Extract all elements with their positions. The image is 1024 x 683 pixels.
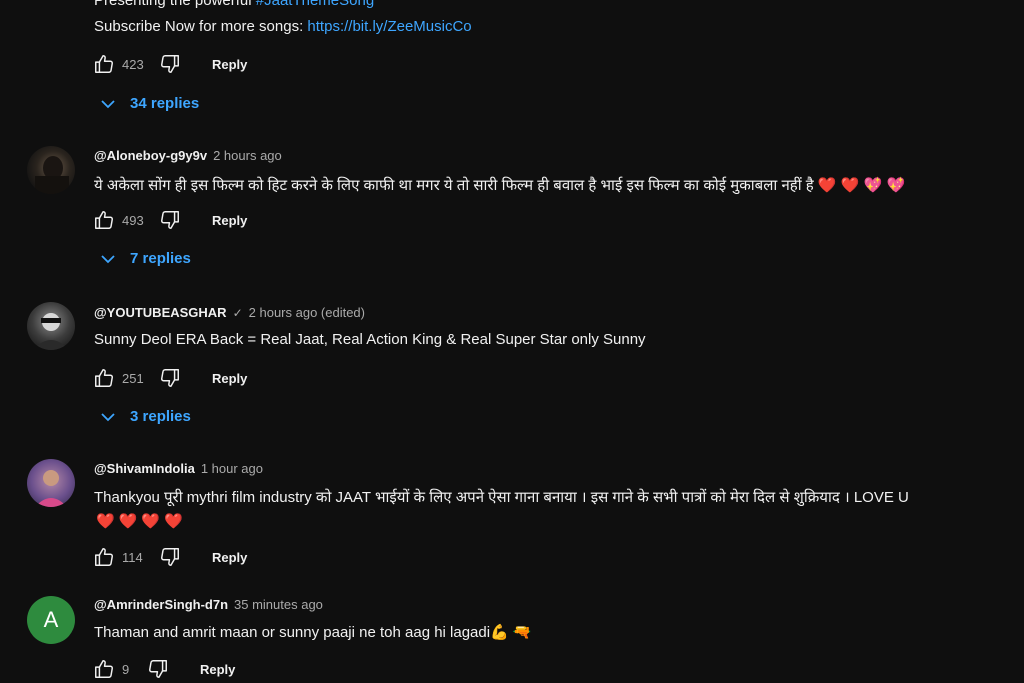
dislike-button[interactable]: [158, 366, 182, 390]
view-replies-button[interactable]: 7 replies: [100, 250, 191, 267]
comment-text: Thaman and amrit maan or sunny paaji ne …: [94, 624, 532, 641]
reply-button[interactable]: Reply: [200, 662, 235, 677]
comment-header: @Aloneboy-g9y9v 2 hours ago: [94, 148, 282, 163]
like-icon: [95, 55, 113, 73]
view-replies-button[interactable]: 34 replies: [100, 95, 199, 112]
hashtag-link[interactable]: #JaatThemeSong: [256, 0, 374, 9]
like-icon: [95, 548, 113, 566]
author-handle[interactable]: @ShivamIndolia: [94, 461, 195, 476]
timestamp[interactable]: 2 hours ago: [213, 148, 282, 163]
top-comment-text: Presenting the powerful: [94, 0, 256, 9]
avatar[interactable]: [27, 146, 75, 194]
chevron-down-icon: [101, 412, 115, 421]
chevron-down-icon: [101, 254, 115, 263]
timestamp[interactable]: 1 hour ago: [201, 461, 263, 476]
dislike-button[interactable]: [158, 208, 182, 232]
author-handle[interactable]: @AmrinderSingh-d7n: [94, 597, 228, 612]
like-button[interactable]: [92, 657, 116, 681]
like-icon: [95, 211, 113, 229]
dislike-button[interactable]: [158, 545, 182, 569]
like-count: 9: [122, 661, 130, 677]
like-count: 251: [122, 370, 144, 386]
comment-header: @YOUTUBEASGHAR ✓ 2 hours ago (edited): [94, 305, 365, 320]
like-icon: [95, 369, 113, 387]
view-replies-button[interactable]: 3 replies: [100, 408, 191, 425]
comment-actions: 423 Reply: [92, 52, 247, 76]
dislike-icon: [161, 211, 179, 229]
author-handle[interactable]: @Aloneboy-g9y9v: [94, 148, 207, 163]
replies-count-label: 7 replies: [130, 250, 191, 267]
dislike-icon: [161, 55, 179, 73]
like-button[interactable]: [92, 545, 116, 569]
replies-count-label: 34 replies: [130, 95, 200, 112]
avatar-image: [35, 156, 69, 194]
avatar[interactable]: A: [27, 596, 75, 644]
like-button[interactable]: [92, 208, 116, 232]
comment-actions: 9 Reply: [92, 657, 235, 681]
comment-header: @ShivamIndolia 1 hour ago: [94, 461, 263, 476]
comment-text: Sunny Deol ERA Back = Real Jaat, Real Ac…: [94, 331, 646, 348]
author-handle[interactable]: @YOUTUBEASGHAR: [94, 305, 227, 320]
comment-text-hearts: ❤️❤️❤️❤️: [96, 513, 187, 530]
comment-text: ये अकेला सोंग ही इस फिल्म को हिट करने के…: [94, 177, 906, 194]
comment-text: Thankyou पूरी mythri film industry को JA…: [94, 489, 909, 506]
dislike-icon: [161, 369, 179, 387]
avatar-image: [33, 313, 69, 350]
top-comment-line2: Subscribe Now for more songs: https://bi…: [94, 18, 472, 35]
replies-count-label: 3 replies: [130, 408, 191, 425]
dislike-icon: [161, 548, 179, 566]
like-button[interactable]: [92, 52, 116, 76]
subscribe-link[interactable]: https://bit.ly/ZeeMusicCo: [307, 18, 471, 35]
avatar[interactable]: [27, 459, 75, 507]
dislike-button[interactable]: [146, 657, 170, 681]
comment-header: @AmrinderSingh-d7n 35 minutes ago: [94, 597, 323, 612]
like-icon: [95, 660, 113, 678]
dislike-icon: [149, 660, 167, 678]
avatar[interactable]: [27, 302, 75, 350]
avatar-letter: A: [43, 607, 59, 632]
dislike-button[interactable]: [158, 52, 182, 76]
comment-actions: 114 Reply: [92, 545, 247, 569]
reply-button[interactable]: Reply: [212, 57, 247, 72]
comment-actions: 493 Reply: [92, 208, 247, 232]
comment-actions: 251 Reply: [92, 366, 247, 390]
like-button[interactable]: [92, 366, 116, 390]
like-count: 493: [122, 212, 144, 228]
like-count: 423: [122, 56, 144, 72]
verified-check-icon: ✓: [232, 305, 243, 320]
like-count: 114: [122, 549, 143, 565]
timestamp[interactable]: 35 minutes ago: [234, 597, 323, 612]
reply-button[interactable]: Reply: [212, 371, 247, 386]
top-comment-line1: Presenting the powerful #JaatThemeSong: [94, 0, 374, 9]
reply-button[interactable]: Reply: [212, 550, 247, 565]
avatar-image: [35, 470, 67, 507]
top-comment-text: Subscribe Now for more songs:: [94, 18, 308, 35]
chevron-down-icon: [101, 99, 115, 108]
reply-button[interactable]: Reply: [212, 213, 247, 228]
timestamp[interactable]: 2 hours ago (edited): [249, 305, 365, 320]
